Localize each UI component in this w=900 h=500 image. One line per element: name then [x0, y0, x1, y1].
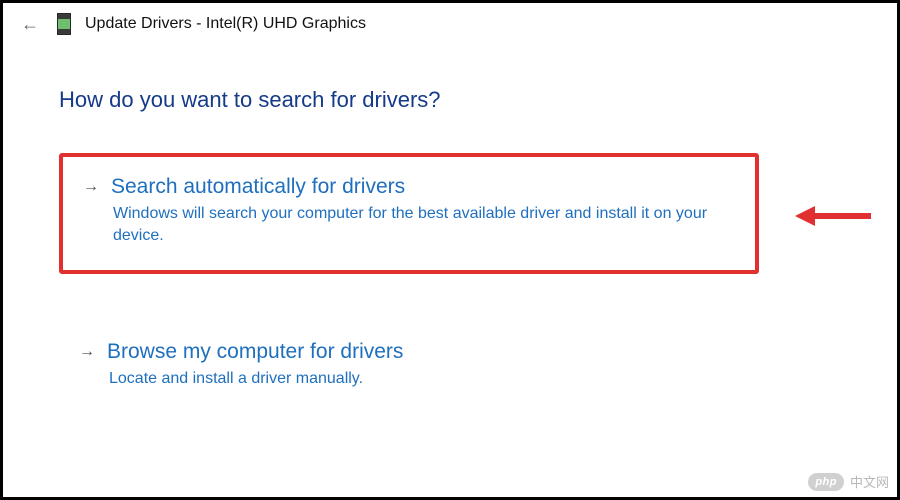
option-search-automatically[interactable]: → Search automatically for drivers Windo… [59, 153, 759, 274]
page-heading: How do you want to search for drivers? [59, 87, 879, 113]
watermark-badge: php [808, 473, 844, 491]
options-list: → Search automatically for drivers Windo… [59, 153, 879, 414]
option-description: Windows will search your computer for th… [113, 203, 723, 246]
option-head: → Browse my computer for drivers [79, 340, 849, 364]
arrow-right-icon: → [79, 343, 95, 361]
option-title: Search automatically for drivers [111, 175, 405, 199]
arrow-right-icon: → [83, 178, 99, 196]
watermark: php 中文网 [808, 472, 889, 491]
option-description: Locate and install a driver manually. [109, 368, 719, 390]
content-area: How do you want to search for drivers? →… [3, 39, 897, 414]
option-title: Browse my computer for drivers [107, 340, 403, 364]
back-button[interactable]: ← [17, 13, 43, 35]
titlebar: ← Update Drivers - Intel(R) UHD Graphics [3, 3, 897, 39]
device-icon [57, 13, 71, 35]
option-head: → Search automatically for drivers [83, 175, 725, 199]
watermark-text: 中文网 [850, 472, 889, 491]
option-browse-computer[interactable]: → Browse my computer for drivers Locate … [59, 322, 879, 414]
annotation-arrow-icon [793, 201, 873, 231]
window-title: Update Drivers - Intel(R) UHD Graphics [85, 15, 366, 33]
